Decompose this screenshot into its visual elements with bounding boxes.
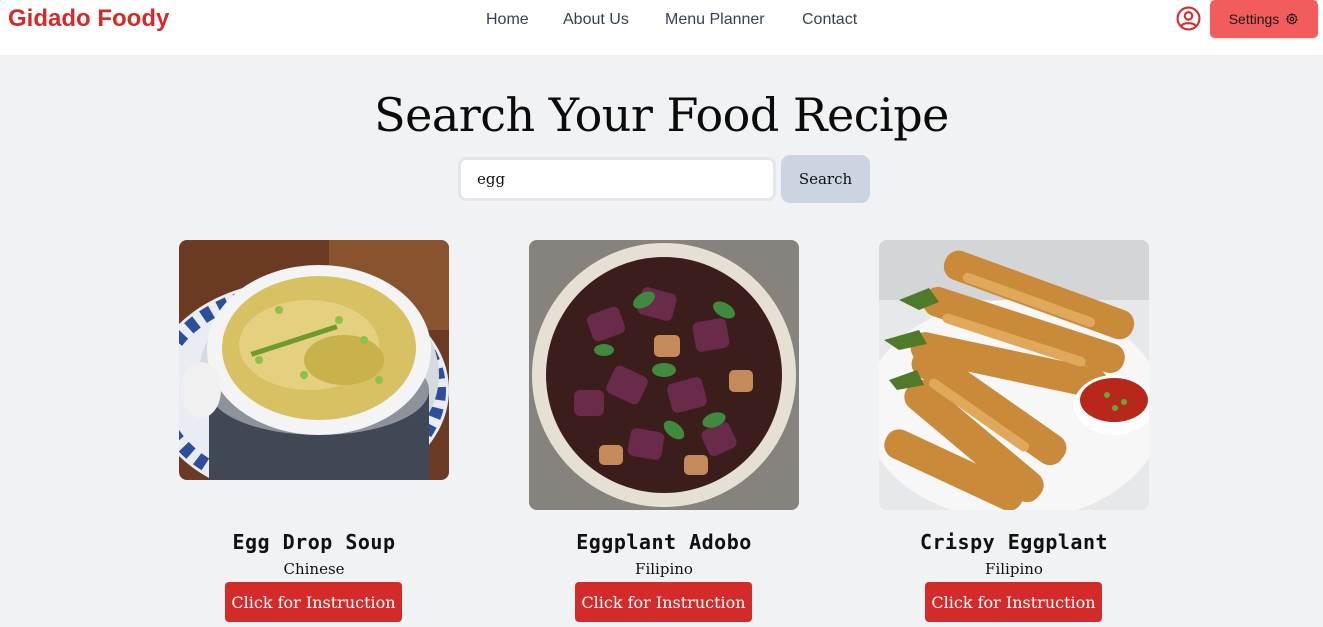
nav-contact[interactable]: Contact xyxy=(802,11,857,29)
nav-about-us[interactable]: About Us xyxy=(563,11,629,29)
recipe-cuisine: Chinese xyxy=(283,560,345,578)
recipe-cuisine: Filipino xyxy=(635,560,693,578)
instruction-button[interactable]: Click for Instruction xyxy=(925,582,1102,622)
search-input[interactable] xyxy=(458,157,776,201)
recipe-title: Egg Drop Soup xyxy=(232,530,396,554)
recipe-cuisine: Filipino xyxy=(985,560,1043,578)
recipe-title: Crispy Eggplant xyxy=(919,530,1109,554)
search-button[interactable]: Search xyxy=(781,155,870,203)
instruction-button[interactable]: Click for Instruction xyxy=(575,582,752,622)
crispy-eggplant-image xyxy=(879,240,1149,510)
egg-drop-soup-image xyxy=(179,240,449,480)
recipe-image[interactable] xyxy=(179,240,449,480)
recipe-image[interactable] xyxy=(529,240,799,510)
instruction-button[interactable]: Click for Instruction xyxy=(225,582,402,622)
page-title: Search Your Food Recipe xyxy=(374,88,949,142)
nav-menu-planner[interactable]: Menu Planner xyxy=(665,11,765,29)
nav-home[interactable]: Home xyxy=(486,11,529,29)
recipe-title: Eggplant Adobo xyxy=(576,530,752,554)
recipe-image[interactable] xyxy=(879,240,1149,510)
main-nav: Home About Us Menu Planner Contact xyxy=(0,11,1323,33)
settings-button[interactable]: Settings xyxy=(1210,0,1318,38)
settings-label: Settings xyxy=(1228,11,1280,27)
user-circle-icon[interactable] xyxy=(1176,6,1201,31)
eggplant-adobo-image xyxy=(529,240,799,510)
top-header: Gidado Foody Home About Us Menu Planner … xyxy=(0,0,1323,55)
gear-icon xyxy=(1286,12,1298,25)
